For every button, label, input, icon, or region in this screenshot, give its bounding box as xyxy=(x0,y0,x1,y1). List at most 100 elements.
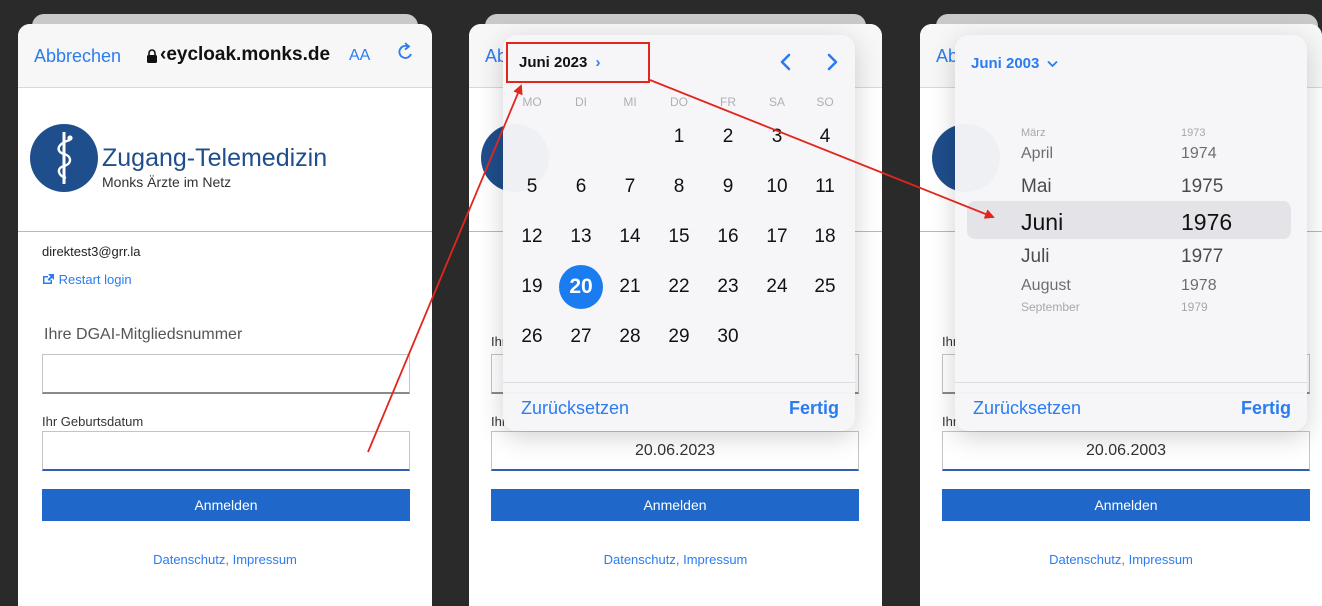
calendar-day[interactable]: 17 xyxy=(755,215,799,259)
url-host[interactable]: ‹eycloak.monks.de xyxy=(160,44,330,66)
calendar-day[interactable]: 5 xyxy=(510,165,554,209)
chevron-down-icon xyxy=(1046,55,1058,72)
external-link-icon xyxy=(43,274,54,284)
weekday-label: DI xyxy=(575,95,587,109)
imprint-link[interactable]: Impressum xyxy=(233,552,297,567)
brand-title: Zugang-Telemedizin xyxy=(102,144,328,172)
wheel-year-option[interactable]: 1978 xyxy=(1181,277,1217,295)
login-button[interactable]: Anmelden xyxy=(491,489,859,521)
birthdate-label: Ihr Geburtsdatum xyxy=(42,414,144,429)
weekday-label: SA xyxy=(768,95,785,109)
cancel-button[interactable]: Abbrechen xyxy=(34,46,121,67)
birthdate-input[interactable]: 20.06.2003 xyxy=(942,431,1310,471)
calendar-day[interactable]: 6 xyxy=(559,165,603,209)
annotation-highlight-box xyxy=(506,42,650,83)
calendar-day[interactable]: 18 xyxy=(803,215,847,259)
selected-day[interactable]: 20 xyxy=(559,265,603,309)
screen-month-year-wheel: Ab Ihr Ihr 20.06.2003 Anmelden Datenschu… xyxy=(920,0,1322,606)
done-button[interactable]: Fertig xyxy=(1241,398,1291,419)
calendar-day[interactable]: 13 xyxy=(559,215,603,259)
wheel-year-option[interactable]: 1979 xyxy=(1181,300,1208,314)
month-year-label: Juni 2003 xyxy=(971,55,1040,72)
reload-icon[interactable] xyxy=(395,42,415,64)
footer-separator: , xyxy=(1121,552,1129,567)
calendar-day[interactable]: 24 xyxy=(755,265,799,309)
calendar-day[interactable]: 2 xyxy=(706,115,750,159)
calendar-day[interactable]: 25 xyxy=(803,265,847,309)
divider xyxy=(503,382,855,383)
month-year-toggle[interactable]: Juni 2003 xyxy=(971,55,1058,72)
wheel-year-option[interactable]: 1975 xyxy=(1181,176,1223,198)
wheel-year-option[interactable]: 1973 xyxy=(1181,127,1205,139)
reset-button[interactable]: Zurücksetzen xyxy=(521,398,629,419)
wheel-month-option[interactable]: August xyxy=(1021,277,1071,295)
brand-subtitle: Monks Ärzte im Netz xyxy=(102,174,232,190)
reset-button[interactable]: Zurücksetzen xyxy=(973,398,1081,419)
calendar-day[interactable]: 22 xyxy=(657,265,701,309)
text-size-button[interactable]: AA xyxy=(349,47,370,65)
month-year-picker-popover: Juni 2003 März April Mai Juni Juli August Sept… xyxy=(955,35,1307,431)
imprint-link[interactable]: Impressum xyxy=(683,552,747,567)
privacy-link[interactable]: Datenschutz xyxy=(1049,552,1121,567)
done-button[interactable]: Fertig xyxy=(789,398,839,419)
caduceus-logo-icon xyxy=(30,124,98,192)
login-button[interactable]: Anmelden xyxy=(42,489,410,521)
wheel-month-option[interactable]: September xyxy=(1021,300,1080,314)
login-page: Abbrechen ‹eycloak.monks.de AA Zugang-Te… xyxy=(18,24,432,606)
calendar-day[interactable]: 9 xyxy=(706,165,750,209)
weekday-label: SO xyxy=(816,95,834,109)
calendar-day[interactable]: 3 xyxy=(755,115,799,159)
screen-calendar-picker: Ab Ihr Ihr 20.06.2023 Anmelden Datenschu… xyxy=(469,0,882,606)
imprint-link[interactable]: Impressum xyxy=(1129,552,1193,567)
calendar-day[interactable]: 7 xyxy=(608,165,652,209)
wheel-year-selected[interactable]: 1976 xyxy=(1181,209,1232,236)
footer-links: Datenschutz, Impressum xyxy=(18,552,432,567)
calendar-day[interactable]: 1 xyxy=(657,115,701,159)
birthdate-input[interactable]: 20.06.2023 xyxy=(491,431,859,471)
footer-separator: , xyxy=(675,552,684,567)
restart-login-label: Restart login xyxy=(58,272,132,287)
weekday-label: MI xyxy=(623,95,637,109)
wheel-month-option[interactable]: März xyxy=(1021,127,1045,139)
privacy-link[interactable]: Datenschutz xyxy=(604,552,676,567)
footer-links: Datenschutz, Impressum xyxy=(469,552,882,567)
privacy-link[interactable]: Datenschutz xyxy=(153,552,225,567)
calendar-day[interactable]: 30 xyxy=(706,315,750,359)
calendar-day[interactable]: 29 xyxy=(657,315,701,359)
calendar-day[interactable]: 8 xyxy=(657,165,701,209)
calendar-day[interactable]: 23 xyxy=(706,265,750,309)
wheel-month-selected[interactable]: Juni xyxy=(1021,209,1063,236)
calendar-day[interactable]: 11 xyxy=(803,165,847,209)
calendar-day[interactable]: 28 xyxy=(608,315,652,359)
wheel-selection-highlight xyxy=(967,201,1291,239)
calendar-day[interactable]: 10 xyxy=(755,165,799,209)
calendar-day[interactable]: 16 xyxy=(706,215,750,259)
lock-icon xyxy=(147,49,157,63)
weekday-label: DO xyxy=(670,95,688,109)
calendar-day[interactable]: 19 xyxy=(510,265,554,309)
member-number-input[interactable] xyxy=(42,354,410,394)
restart-login-link[interactable]: Restart login xyxy=(42,272,132,287)
user-email: direktest3@grr.la xyxy=(42,244,141,259)
wheel-year-option[interactable]: 1974 xyxy=(1181,145,1217,163)
wheel-month-option[interactable]: Juli xyxy=(1021,246,1050,268)
footer-links: Datenschutz, Impressum xyxy=(920,552,1322,567)
wheel-month-option[interactable]: April xyxy=(1021,145,1053,163)
birthdate-input[interactable] xyxy=(42,431,410,471)
member-number-label: Ihre DGAI-Mitgliedsnummer xyxy=(44,326,243,343)
calendar-day[interactable]: 15 xyxy=(657,215,701,259)
calendar-day[interactable]: 26 xyxy=(510,315,554,359)
login-button[interactable]: Anmelden xyxy=(942,489,1310,521)
calendar-day[interactable]: 21 xyxy=(608,265,652,309)
calendar-day[interactable]: 12 xyxy=(510,215,554,259)
weekday-label: FR xyxy=(720,95,736,109)
wheel-month-option[interactable]: Mai xyxy=(1021,176,1052,198)
calendar-day[interactable]: 14 xyxy=(608,215,652,259)
previous-month-button[interactable] xyxy=(776,51,796,73)
calendar-day[interactable]: 27 xyxy=(559,315,603,359)
calendar-day[interactable]: 4 xyxy=(803,115,847,159)
divider xyxy=(955,382,1307,383)
wheel-year-option[interactable]: 1977 xyxy=(1181,246,1223,268)
footer-separator: , xyxy=(225,552,233,567)
next-month-button[interactable] xyxy=(822,51,842,73)
